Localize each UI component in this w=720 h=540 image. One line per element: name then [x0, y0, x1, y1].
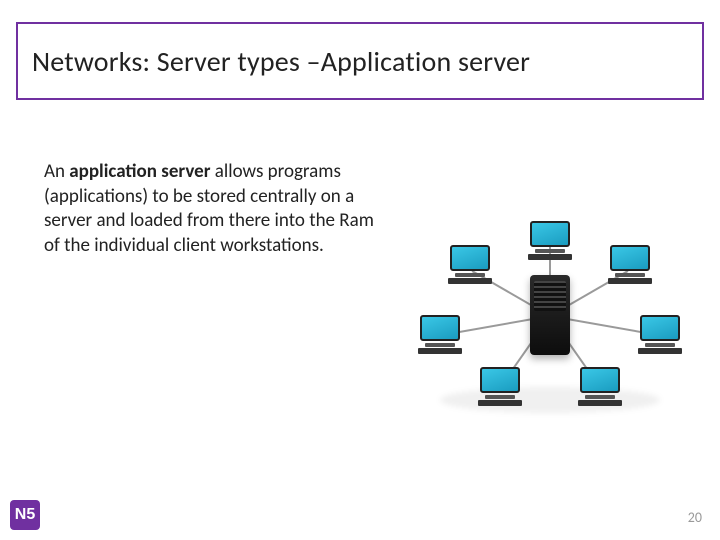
network-diagram [400, 215, 700, 415]
client-screen [530, 221, 570, 247]
body-paragraph: An application server allows programs (a… [44, 160, 384, 259]
client-workstation-icon [475, 367, 525, 405]
client-keyboard [608, 278, 652, 284]
client-workstation-icon [525, 221, 575, 259]
client-keyboard [638, 348, 682, 354]
client-base [645, 343, 675, 347]
client-base [615, 273, 645, 277]
client-keyboard [448, 278, 492, 284]
client-screen [580, 367, 620, 393]
client-keyboard [478, 400, 522, 406]
client-base [585, 395, 615, 399]
client-base [455, 273, 485, 277]
client-workstation-icon [635, 315, 685, 353]
title-container: Networks: Server types –Application serv… [16, 22, 704, 100]
client-keyboard [528, 254, 572, 260]
client-screen [450, 245, 490, 271]
client-screen [480, 367, 520, 393]
client-workstation-icon [605, 245, 655, 283]
body-bold-term: application server [69, 160, 210, 183]
diagram-shadow [440, 387, 660, 413]
body-prefix: An [44, 160, 69, 183]
client-base [425, 343, 455, 347]
client-keyboard [418, 348, 462, 354]
client-workstation-icon [445, 245, 495, 283]
client-screen [610, 245, 650, 271]
client-screen [640, 315, 680, 341]
slide: Networks: Server types –Application serv… [0, 0, 720, 540]
page-number: 20 [688, 509, 702, 526]
slide-title: Networks: Server types –Application serv… [32, 44, 530, 79]
n5-logo: N5 [10, 500, 40, 530]
client-workstation-icon [575, 367, 625, 405]
client-base [535, 249, 565, 253]
server-icon [530, 275, 570, 355]
client-screen [420, 315, 460, 341]
client-workstation-icon [415, 315, 465, 353]
client-base [485, 395, 515, 399]
client-keyboard [578, 400, 622, 406]
